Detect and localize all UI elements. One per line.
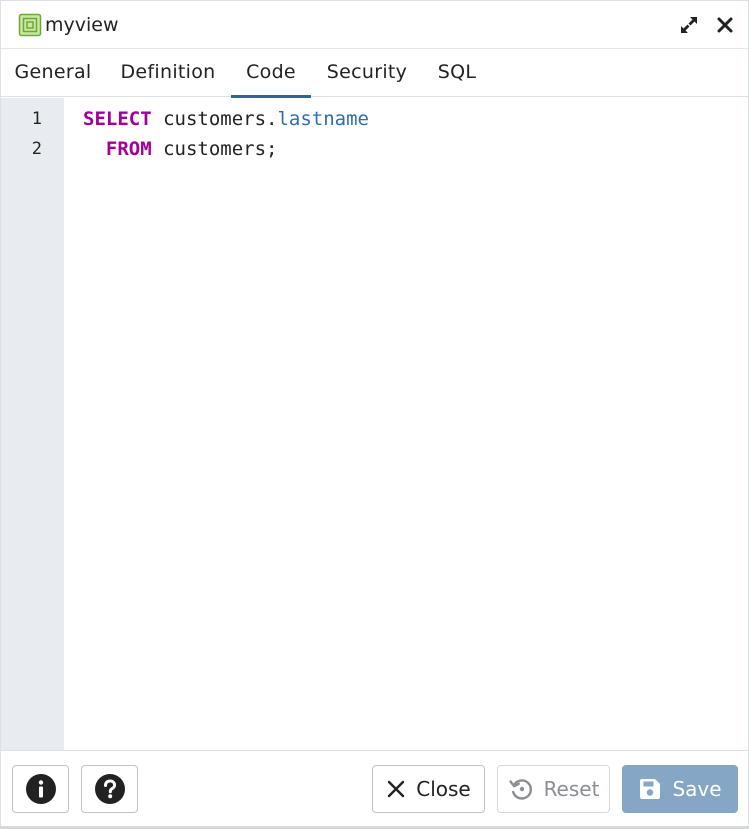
info-button[interactable] xyxy=(12,765,69,813)
reset-icon xyxy=(508,776,534,802)
code-line[interactable]: SELECT customers.lastname xyxy=(83,104,369,134)
dialog: myview General Definition Code Security … xyxy=(0,0,749,829)
view-icon xyxy=(18,13,42,37)
title-bar: myview xyxy=(1,1,748,49)
code-line[interactable]: FROM customers; xyxy=(83,134,278,164)
help-icon xyxy=(94,774,125,804)
dialog-footer: Close Reset Save xyxy=(1,750,748,828)
tab-security[interactable]: Security xyxy=(319,49,415,96)
save-button-label: Save xyxy=(672,777,722,801)
sql-keyword: FROM xyxy=(105,138,152,160)
code-text: customers; xyxy=(151,138,278,160)
code-text: customers. xyxy=(151,108,278,130)
save-button[interactable]: Save xyxy=(622,765,738,813)
tab-sql[interactable]: SQL xyxy=(425,49,489,96)
tab-code-label: Code xyxy=(246,61,296,83)
line-number-gutter: 1 2 xyxy=(1,98,64,750)
tab-code[interactable]: Code xyxy=(231,49,311,98)
save-icon xyxy=(638,777,662,801)
line-number: 2 xyxy=(31,139,42,159)
close-button-label: Close xyxy=(416,777,471,801)
close-x-icon xyxy=(386,779,406,799)
close-button[interactable]: Close xyxy=(372,765,485,813)
tab-general[interactable]: General xyxy=(3,49,103,96)
reset-button[interactable]: Reset xyxy=(497,765,610,813)
tab-definition[interactable]: Definition xyxy=(109,49,227,96)
dialog-title: myview xyxy=(45,14,119,36)
help-button[interactable] xyxy=(81,765,138,813)
line-number: 1 xyxy=(31,109,42,129)
tab-bar: General Definition Code Security SQL xyxy=(1,49,748,98)
code-property: lastname xyxy=(277,108,369,130)
reset-button-label: Reset xyxy=(543,777,600,801)
close-icon[interactable] xyxy=(713,13,737,37)
info-icon xyxy=(25,774,56,804)
maximize-icon[interactable] xyxy=(677,13,701,37)
sql-keyword: SELECT xyxy=(83,108,152,130)
code-editor[interactable]: 1 2 SELECT customers.lastname FROM custo… xyxy=(1,98,748,750)
